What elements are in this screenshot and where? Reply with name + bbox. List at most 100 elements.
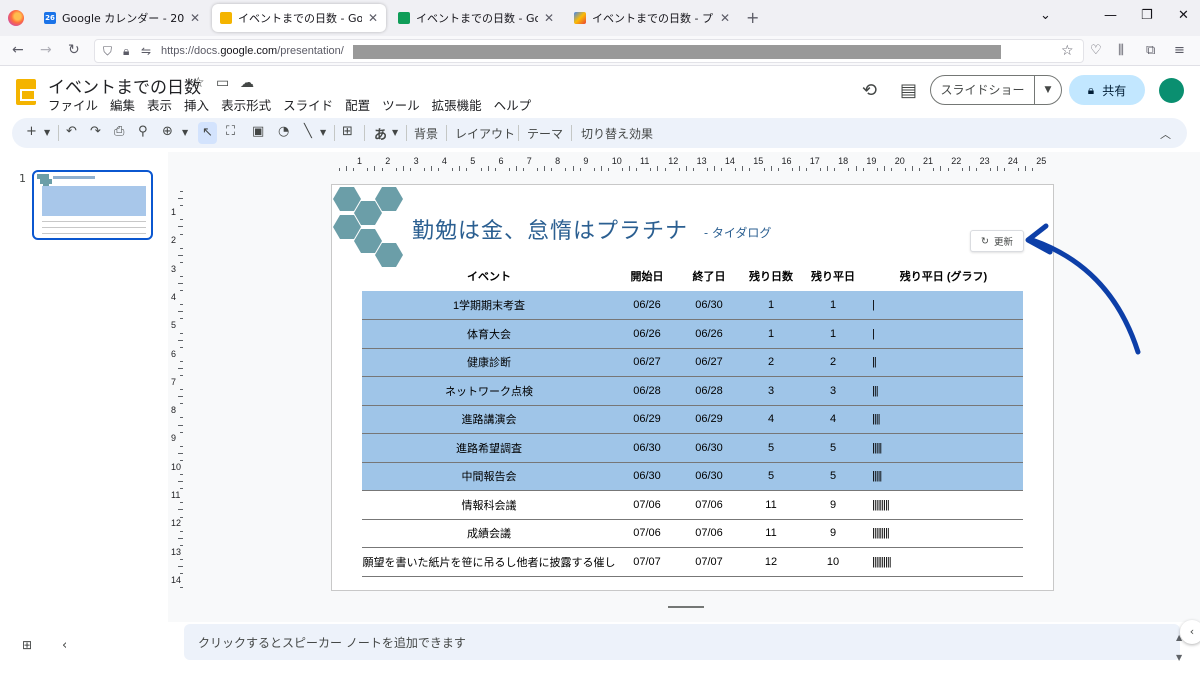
cell-start[interactable]: 07/07 <box>616 547 678 577</box>
cell-event[interactable]: ネットワーク点検 <box>362 376 616 406</box>
menu-edit[interactable]: 編集 <box>110 95 135 114</box>
cell-graph[interactable]: ||||| <box>864 462 1023 491</box>
tab-sheets[interactable]: イベントまでの日数 - Google スプレ ✕ <box>390 4 562 32</box>
table-row[interactable]: 体育大会 06/26 06/26 1 1 | <box>362 319 1023 349</box>
notes-resize-handle[interactable] <box>668 606 704 608</box>
cell-event[interactable]: 願望を書いた紙片を笹に吊るし他者に披露する催し <box>362 547 616 577</box>
cell-event[interactable]: 成績会議 <box>362 519 616 548</box>
menu-file[interactable]: ファイル <box>48 95 98 114</box>
minimize-icon[interactable]: — <box>1104 8 1117 23</box>
permissions-icon[interactable]: ⇋ <box>141 44 151 58</box>
close-tab-icon[interactable]: ✕ <box>720 11 730 25</box>
table-row[interactable]: 健康診断 06/27 06/27 2 2 || <box>362 348 1023 377</box>
slides-logo-icon[interactable] <box>16 79 36 105</box>
layout-button[interactable]: レイアウト <box>455 125 515 142</box>
list-tabs-icon[interactable]: ⌄ <box>1040 8 1051 23</box>
paint-format-icon[interactable]: ⚲ <box>138 124 148 139</box>
menu-tools[interactable]: ツール <box>382 95 420 114</box>
new-tab-button[interactable]: + <box>746 8 759 27</box>
cell-end[interactable]: 06/28 <box>678 376 740 406</box>
cell-graph[interactable]: |||||||||| <box>864 547 1023 577</box>
table-row[interactable]: 成績会議 07/06 07/06 11 9 ||||||||| <box>362 519 1023 548</box>
cell-event[interactable]: 健康診断 <box>362 348 616 377</box>
cell-graph[interactable]: | <box>864 291 1023 320</box>
image-icon[interactable]: ▣ <box>252 124 264 139</box>
new-slide-dropdown-icon[interactable]: ▼ <box>44 128 50 137</box>
table-row[interactable]: 情報科会議 07/06 07/06 11 9 ||||||||| <box>362 490 1023 520</box>
cell-weekdays[interactable]: 1 <box>802 319 864 349</box>
menu-extensions[interactable]: 拡張機能 <box>432 95 482 114</box>
close-window-icon[interactable]: ✕ <box>1178 8 1189 23</box>
close-tab-icon[interactable]: ✕ <box>368 11 378 25</box>
cell-days[interactable]: 1 <box>740 319 802 349</box>
tab-calendar[interactable]: 26 Google カレンダー - 2023年 6月 2 ✕ <box>36 4 208 32</box>
menu-view[interactable]: 表示 <box>147 95 172 114</box>
app-menu-icon[interactable]: ≡ <box>1174 43 1185 58</box>
menu-format[interactable]: 表示形式 <box>221 95 271 114</box>
comment-add-icon[interactable]: ⊞ <box>342 124 353 139</box>
tab-apps-script[interactable]: イベントまでの日数 - プロジェクト編 ✕ <box>566 4 738 32</box>
cell-weekdays[interactable]: 1 <box>802 291 864 320</box>
slide-subtitle[interactable]: - タイダログ <box>704 224 771 241</box>
cell-event[interactable]: 進路講演会 <box>362 405 616 434</box>
cell-start[interactable]: 06/27 <box>616 348 678 377</box>
cell-weekdays[interactable]: 5 <box>802 433 864 463</box>
extensions-icon[interactable]: ⧉ <box>1146 43 1155 58</box>
cell-event[interactable]: 中間報告会 <box>362 462 616 491</box>
transition-button[interactable]: 切り替え効果 <box>581 125 653 142</box>
line-icon[interactable]: ╲ <box>304 124 312 139</box>
cell-start[interactable]: 06/28 <box>616 376 678 406</box>
table-row[interactable]: 進路希望調査 06/30 06/30 5 5 ||||| <box>362 433 1023 463</box>
background-button[interactable]: 背景 <box>414 125 438 142</box>
tab-slides[interactable]: イベントまでの日数 - Google スライ ✕ <box>212 4 386 32</box>
cell-weekdays[interactable]: 2 <box>802 348 864 377</box>
shield-icon[interactable]: ⛉ <box>103 44 112 59</box>
cell-days[interactable]: 2 <box>740 348 802 377</box>
side-panel-toggle-icon[interactable]: ‹ <box>1180 620 1200 644</box>
bookmark-star-icon[interactable]: ☆ <box>1061 43 1074 59</box>
cell-event[interactable]: 1学期期末考査 <box>362 291 616 320</box>
share-button[interactable]: 🔒︎ 共有 <box>1069 75 1145 105</box>
star-icon[interactable]: ☆ <box>192 75 205 91</box>
cell-end[interactable]: 06/30 <box>678 433 740 463</box>
vertical-ruler[interactable]: 1 2 3 4 5 6 7 8 9 10 11 12 13 14 <box>168 184 184 592</box>
forward-icon[interactable]: → <box>40 42 52 58</box>
comments-icon[interactable]: ▤ <box>900 80 917 101</box>
avatar[interactable] <box>1159 78 1184 103</box>
cell-graph[interactable]: ||||| <box>864 433 1023 463</box>
cell-end[interactable]: 06/30 <box>678 462 740 491</box>
menu-slide[interactable]: スライド <box>283 95 333 114</box>
cell-days[interactable]: 3 <box>740 376 802 406</box>
cell-end[interactable]: 07/06 <box>678 519 740 548</box>
table-row[interactable]: 願望を書いた紙片を笹に吊るし他者に披露する催し 07/07 07/07 12 10 |||… <box>362 547 1023 577</box>
pocket-icon[interactable]: ♡ <box>1090 43 1102 58</box>
events-table[interactable]: イベント 開始日 終了日 残り日数 残り平日 残り平日 (グラフ) 1学期期末考… <box>362 261 1023 577</box>
close-tab-icon[interactable]: ✕ <box>190 11 200 25</box>
cell-weekdays[interactable]: 10 <box>802 547 864 577</box>
cell-days[interactable]: 5 <box>740 462 802 491</box>
table-row[interactable]: 進路講演会 06/29 06/29 4 4 |||| <box>362 405 1023 434</box>
library-icon[interactable]: ⫼ <box>1118 43 1124 58</box>
move-folder-icon[interactable]: ▭ <box>216 75 229 91</box>
cell-graph[interactable]: ||| <box>864 376 1023 406</box>
slide-canvas[interactable]: 勤勉は金、怠惰はプラチナ - タイダログ ↻ 更新 イベント 開始日 終了日 残… <box>331 184 1054 591</box>
cell-days[interactable]: 4 <box>740 405 802 434</box>
cell-start[interactable]: 06/26 <box>616 291 678 320</box>
theme-button[interactable]: テーマ <box>527 125 563 142</box>
url-bar[interactable]: ⛉ 🔒︎ ⇋ https://docs.google.com/presentat… <box>94 39 1084 63</box>
line-dropdown-icon[interactable]: ▼ <box>320 128 326 137</box>
input-tools-dropdown-icon[interactable]: ▼ <box>392 128 398 137</box>
cell-event[interactable]: 体育大会 <box>362 319 616 349</box>
collapse-toolbar-icon[interactable]: ︿ <box>1160 126 1171 142</box>
reload-icon[interactable]: ↻ <box>68 42 80 58</box>
cell-end[interactable]: 06/29 <box>678 405 740 434</box>
cell-end[interactable]: 06/27 <box>678 348 740 377</box>
cell-weekdays[interactable]: 4 <box>802 405 864 434</box>
version-history-icon[interactable]: ⟲ <box>862 80 877 101</box>
cell-start[interactable]: 06/30 <box>616 462 678 491</box>
url-text[interactable]: https://docs.google.com/presentation/ <box>161 45 344 57</box>
horizontal-ruler[interactable]: 1 2 3 4 5 6 7 8 9 10 11 12 13 14 15 16 17 18 19 20 21 22 23 24 2… <box>330 154 1055 172</box>
cell-days[interactable]: 11 <box>740 490 802 520</box>
cell-start[interactable]: 07/06 <box>616 519 678 548</box>
table-row[interactable]: 中間報告会 06/30 06/30 5 5 ||||| <box>362 462 1023 491</box>
